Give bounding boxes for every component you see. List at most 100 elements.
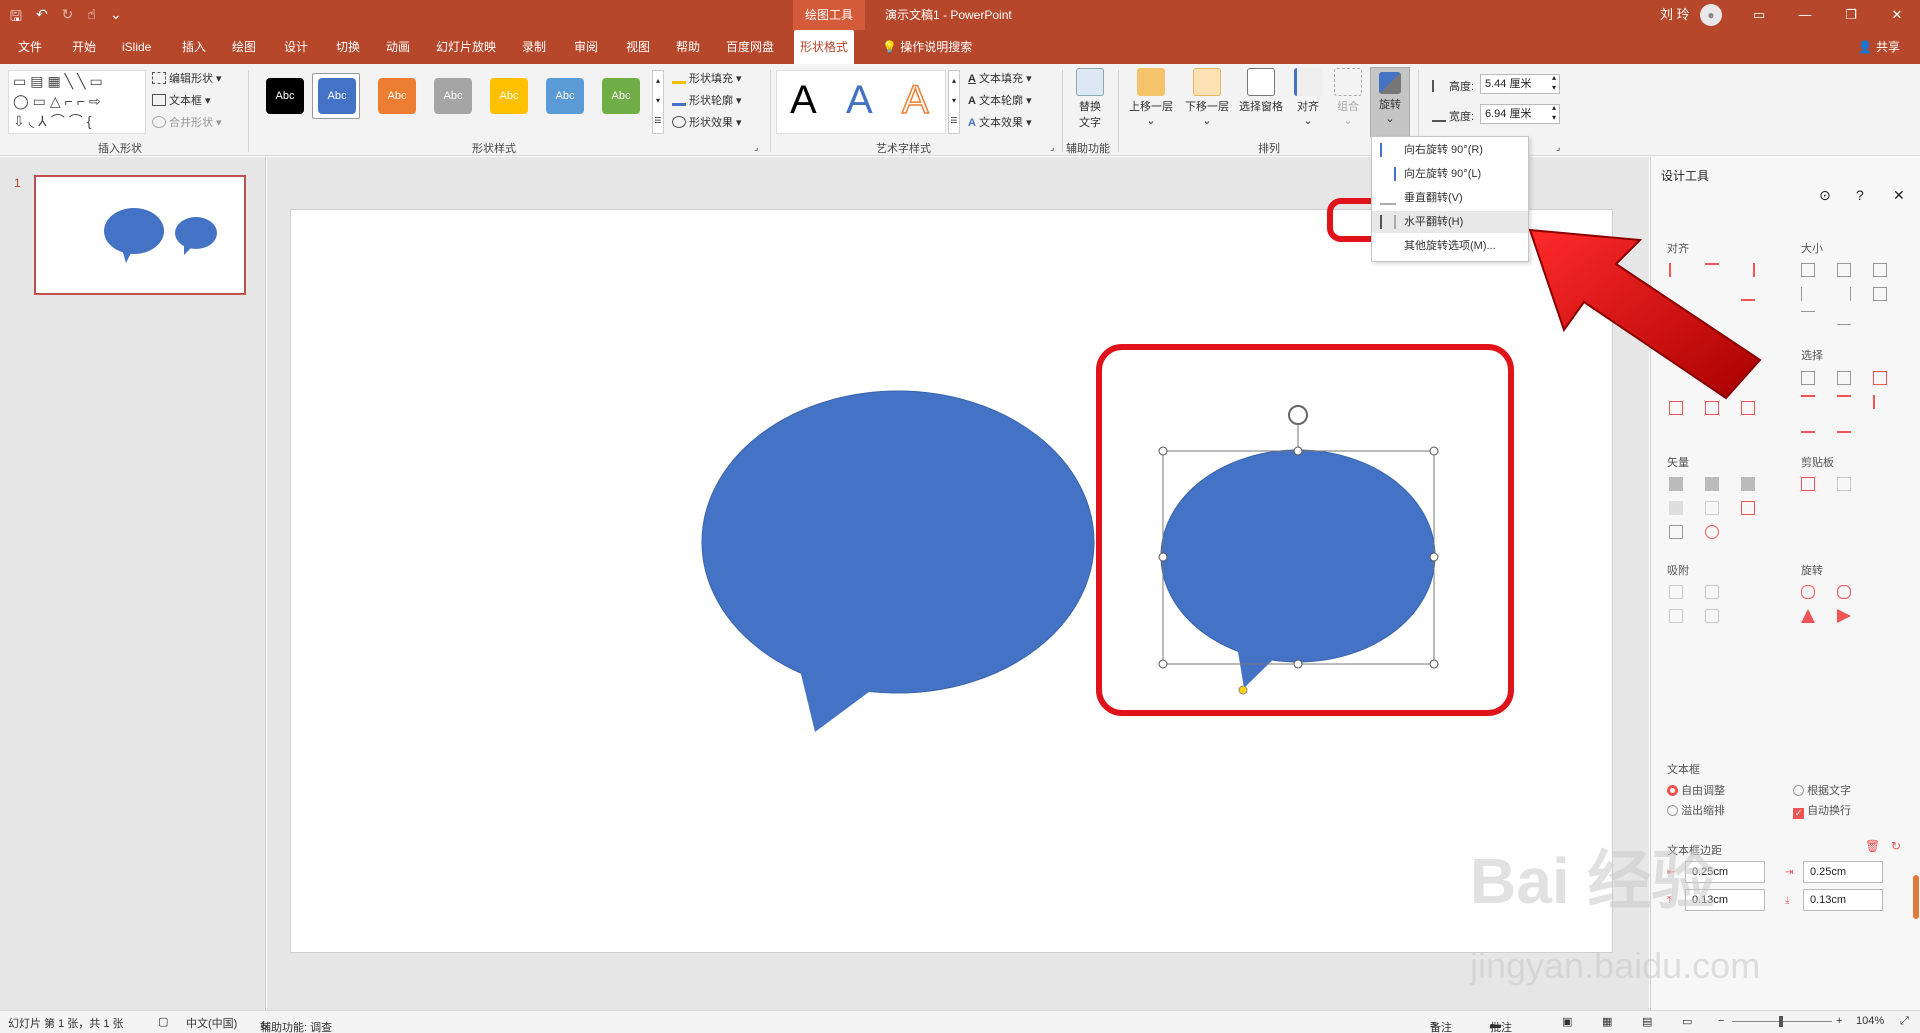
wrap-checkbox[interactable]: ✓ 自动换行 <box>1793 802 1851 819</box>
tab-home[interactable]: 开始 <box>66 30 102 64</box>
menu-item-more-rotation-options[interactable]: 其他旋转选项(M)... <box>1372 235 1528 257</box>
pane-scrollbar[interactable] <box>1913 875 1919 919</box>
selection-pane-button[interactable]: 选择窗格 <box>1234 68 1288 114</box>
reading-view-icon[interactable]: ▤ <box>1642 1015 1652 1028</box>
wordart-sample-orange[interactable]: A <box>901 77 929 123</box>
margin-bottom-input[interactable]: 0.13cm <box>1803 889 1883 911</box>
menu-item-rotate-left[interactable]: 向左旋转 90°(L) <box>1372 163 1528 185</box>
size-bottom-icon[interactable] <box>1837 311 1851 325</box>
speech-bubble-large[interactable] <box>701 390 1095 694</box>
slide-sorter-icon[interactable]: ▦ <box>1602 1015 1612 1028</box>
tab-file[interactable]: 文件 <box>12 30 48 64</box>
tab-animations[interactable]: 动画 <box>380 30 416 64</box>
menu-item-flip-vertical[interactable]: 垂直翻转(V) <box>1372 187 1528 209</box>
size-left-icon[interactable] <box>1801 287 1815 301</box>
maximize-icon[interactable]: ❐ <box>1828 0 1874 30</box>
tab-help[interactable]: 帮助 <box>670 30 706 64</box>
customize-icon[interactable]: ⌄ <box>110 6 122 30</box>
style-gallery-scroll[interactable]: ▴ ▾ ☰ <box>652 70 664 134</box>
select-same-icon[interactable] <box>1837 371 1851 385</box>
overflow-radio[interactable]: 溢出缩排 <box>1667 802 1725 818</box>
tab-insert[interactable]: 插入 <box>176 30 212 64</box>
autofit-radio[interactable]: 自由调整 <box>1667 782 1725 798</box>
zoom-in-icon[interactable]: + <box>1836 1015 1842 1027</box>
shape-fill-button[interactable]: 形状填充 ▾ <box>672 70 742 86</box>
select-center-icon[interactable] <box>1837 419 1851 433</box>
rotate-left-90-icon[interactable] <box>1801 585 1815 599</box>
shape-gallery[interactable]: ▭▤▦╲╲▭ ◯▭△⌐⌐⇨ ⇩◟⅄⌒⌒{ <box>8 70 146 134</box>
spinner-icon[interactable]: ▴ ▾ <box>1552 103 1556 123</box>
speech-bubble-large-tail[interactable] <box>801 674 881 732</box>
tab-draw[interactable]: 绘图 <box>226 30 262 64</box>
select-arrow-icon[interactable] <box>1873 395 1887 409</box>
minimize-icon[interactable]: — <box>1782 0 1828 30</box>
text-outline-button[interactable]: A 文本轮廓 ▾ <box>968 92 1032 108</box>
ribbon-display-icon[interactable]: ▭ <box>1736 0 1782 30</box>
slide-thumbnail[interactable] <box>34 175 246 295</box>
slideshow-icon[interactable]: ▭ <box>1682 1015 1692 1028</box>
flip-vertical-icon[interactable] <box>1801 609 1815 623</box>
rotate-right-90-icon[interactable] <box>1837 585 1851 599</box>
snap-right-icon[interactable] <box>1705 585 1719 599</box>
align-button[interactable]: 对齐 ⌄ <box>1290 68 1326 127</box>
style-swatch-gray[interactable]: Abc <box>434 78 472 114</box>
text-effects-button[interactable]: A 文本效果 ▾ <box>968 114 1032 130</box>
pane-close-icon[interactable]: ✕ <box>1893 187 1905 204</box>
shape-outline-button[interactable]: 形状轮廓 ▾ <box>672 92 742 108</box>
snap-top-icon[interactable] <box>1669 609 1683 623</box>
tab-view[interactable]: 视图 <box>620 30 656 64</box>
height-input[interactable]: 5.44 厘米 ▴ ▾ <box>1480 73 1560 94</box>
select-all-icon[interactable] <box>1873 371 1887 385</box>
snap-bottom-icon[interactable] <box>1705 609 1719 623</box>
size-fill-icon[interactable] <box>1873 287 1887 301</box>
pane-settings-icon[interactable]: ⊙ <box>1819 187 1831 204</box>
by-text-radio[interactable]: 根据文字 <box>1793 782 1851 798</box>
snap-left-icon[interactable] <box>1669 585 1683 599</box>
vector-text-icon[interactable] <box>1669 525 1683 539</box>
undo-icon[interactable]: ↶ <box>36 6 48 30</box>
vector-link-icon[interactable] <box>1705 525 1719 539</box>
spellcheck-icon[interactable]: ▢ <box>158 1015 168 1028</box>
text-fill-button[interactable]: A 文本填充 ▾ <box>968 70 1032 86</box>
vector-fragment-icon[interactable] <box>1741 477 1755 491</box>
redo-icon[interactable]: ↻ <box>62 6 74 30</box>
tab-shape-format[interactable]: 形状格式 <box>794 30 855 64</box>
trash-icon[interactable]: 🗑 <box>1865 839 1880 853</box>
same-width-icon[interactable] <box>1801 263 1815 277</box>
tab-islide[interactable]: iSlide <box>116 30 157 64</box>
language-indicator[interactable]: 中文(中国) <box>186 1015 237 1031</box>
same-size-icon[interactable] <box>1873 263 1887 277</box>
style-swatch-gold[interactable]: Abc <box>490 78 528 114</box>
edit-shape-button[interactable]: 编辑形状 ▾ <box>152 70 222 86</box>
menu-item-rotate-right[interactable]: 向右旋转 90°(R) <box>1372 139 1528 161</box>
zoom-slider-thumb[interactable] <box>1779 1016 1783 1027</box>
wordart-sample-blue[interactable]: A <box>846 78 873 123</box>
style-swatch-orange[interactable]: Abc <box>378 78 416 114</box>
text-box-button[interactable]: 文本框 ▾ <box>152 92 211 108</box>
vector-union-icon[interactable] <box>1669 477 1683 491</box>
select-similar-icon[interactable] <box>1801 371 1815 385</box>
margin-right-input[interactable]: 0.25cm <box>1803 861 1883 883</box>
select-top-icon[interactable] <box>1801 395 1815 409</box>
wordart-launcher-icon[interactable]: ⌟ <box>1050 142 1054 153</box>
bring-forward-button[interactable]: 上移一层 ⌄ <box>1124 68 1178 127</box>
save-icon[interactable]: 🖫 <box>10 6 22 30</box>
shape-effects-button[interactable]: 形状效果 ▾ <box>672 114 742 130</box>
width-input[interactable]: 6.94 厘米 ▴ ▾ <box>1480 103 1560 124</box>
vector-intersect-icon[interactable] <box>1669 501 1683 515</box>
share-button[interactable]: 👤 共享 <box>1858 30 1900 64</box>
tab-transitions[interactable]: 切换 <box>330 30 366 64</box>
vector-subtract-icon[interactable] <box>1705 501 1719 515</box>
fit-to-window-icon[interactable]: ⤢ <box>1900 1015 1909 1028</box>
zoom-out-icon[interactable]: − <box>1718 1015 1724 1027</box>
paste-icon[interactable] <box>1837 477 1851 491</box>
select-bottom-icon[interactable] <box>1801 419 1815 433</box>
merge-shapes-button[interactable]: 合并形状 ▾ <box>152 114 222 130</box>
tab-review[interactable]: 审阅 <box>568 30 604 64</box>
flip-horizontal-icon[interactable] <box>1837 609 1851 623</box>
menu-item-flip-horizontal[interactable]: 水平翻转(H) <box>1372 211 1528 233</box>
rotate-button[interactable]: 旋转 ⌄ <box>1370 67 1410 137</box>
zoom-level[interactable]: 104% <box>1856 1015 1884 1027</box>
group-button[interactable]: 组合 ⌄ <box>1330 68 1366 127</box>
touch-mode-icon[interactable]: ☝ <box>87 6 96 30</box>
